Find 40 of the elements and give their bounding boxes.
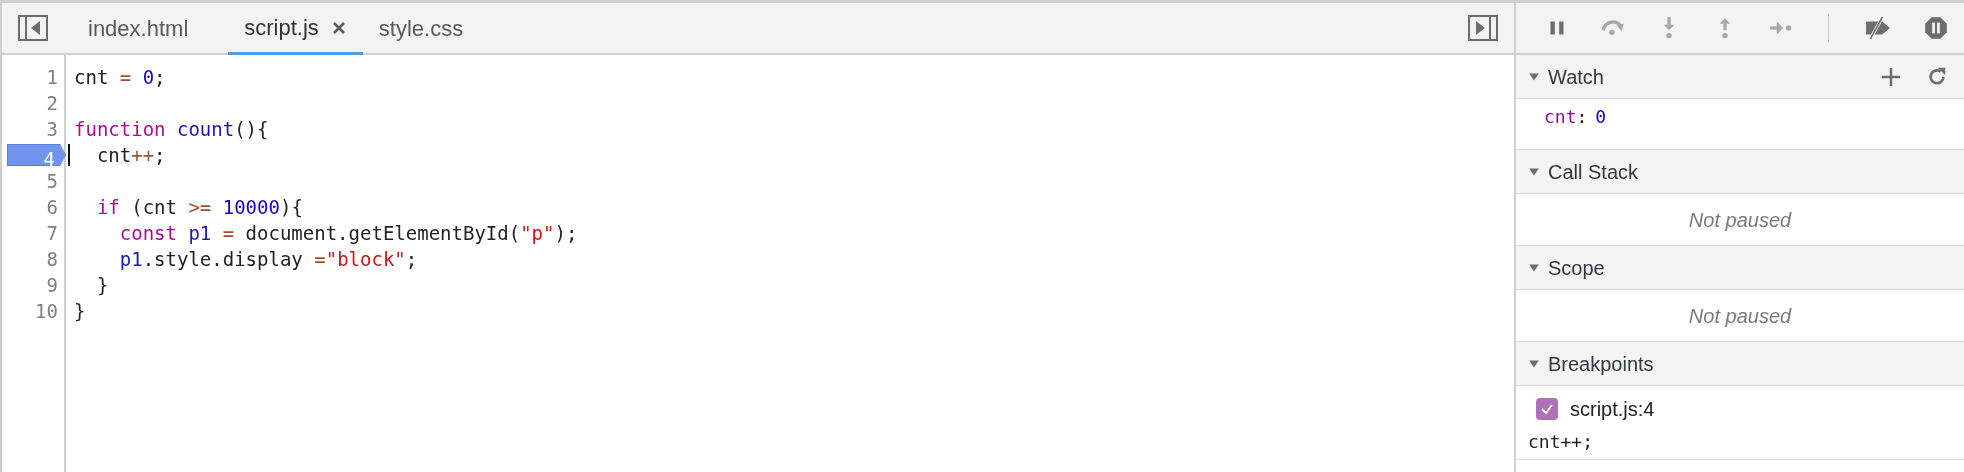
section-header[interactable]: Scope: [1516, 246, 1964, 290]
status-message: Not paused: [1688, 207, 1792, 233]
section-title: Breakpoints: [1548, 351, 1654, 377]
triangle-down-icon: [1528, 165, 1540, 178]
code-line: function count(){: [74, 116, 269, 142]
code-line: if (cnt >= 10000){: [95, 194, 303, 220]
checkmark-icon: [1540, 402, 1554, 416]
file-tab[interactable]: index.html: [72, 3, 205, 53]
section-header[interactable]: Breakpoints: [1516, 342, 1964, 386]
code-line: cnt++;: [95, 142, 166, 168]
breakpoint-code: cnt++;: [1528, 430, 1595, 454]
breakpoint-label: script.js:4: [1570, 397, 1655, 422]
stop-pause-icon[interactable]: [1923, 15, 1949, 41]
code-line: const p1 = document.getElementById("p");: [118, 220, 578, 246]
file-tab[interactable]: script.js: [228, 3, 363, 55]
toolbar-separator: [1828, 14, 1829, 42]
triangle-down-icon: [1528, 357, 1540, 370]
file-tab[interactable]: style.css: [362, 3, 480, 53]
close-icon[interactable]: [330, 19, 347, 36]
sidebar-toggle-icon[interactable]: [1468, 15, 1498, 41]
code-line: cnt = 0;: [74, 64, 166, 90]
triangle-down-icon: [1528, 261, 1540, 274]
sidebar-toggle-icon[interactable]: [18, 15, 48, 41]
watch-value: 0: [1595, 105, 1607, 129]
breakpoint-checkbox[interactable]: [1536, 398, 1558, 420]
section-title: Call Stack: [1548, 159, 1639, 185]
watch-colon: :: [1576, 105, 1588, 129]
plus-icon[interactable]: [1880, 65, 1902, 88]
status-message: Not paused: [1688, 303, 1792, 329]
code-line: }: [74, 298, 86, 324]
code-line: }: [95, 272, 109, 298]
section-header[interactable]: Call Stack: [1516, 150, 1964, 194]
line-number[interactable]: 4: [7, 144, 66, 166]
section-title: Watch: [1548, 64, 1604, 90]
section-title: Scope: [1548, 255, 1605, 281]
refresh-icon[interactable]: [1926, 65, 1948, 88]
triangle-down-icon: [1528, 70, 1540, 83]
section-header[interactable]: Watch: [1516, 55, 1964, 99]
code-line: p1.style.display ="block";: [118, 246, 418, 272]
watch-name: cnt: [1544, 105, 1577, 129]
